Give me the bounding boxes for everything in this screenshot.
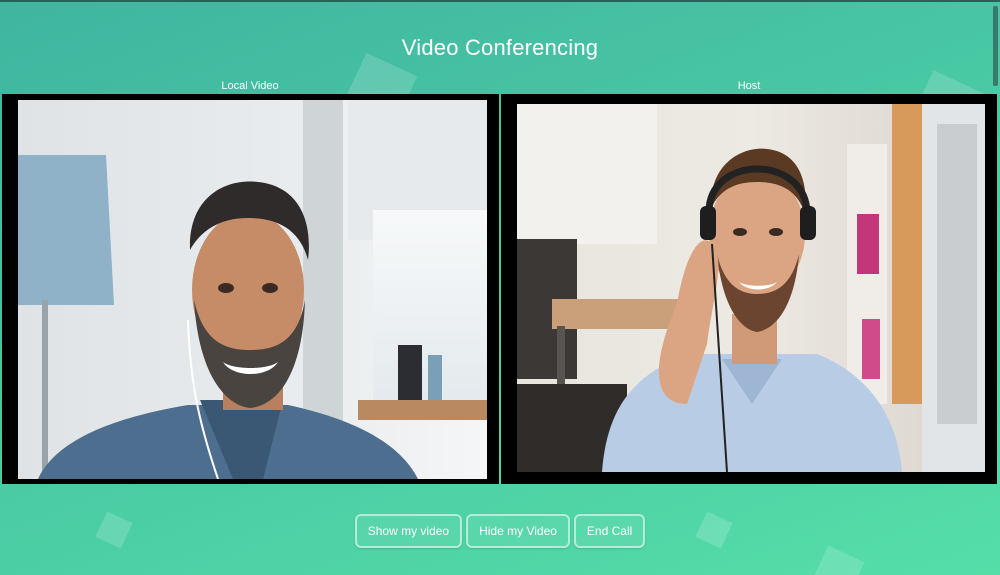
show-my-video-button[interactable]: Show my video xyxy=(354,514,463,548)
local-video-image xyxy=(18,100,487,479)
host-video-panel xyxy=(501,94,997,484)
host-video-feed xyxy=(517,104,985,472)
end-call-button[interactable]: End Call xyxy=(573,514,646,548)
local-video-label: Local Video xyxy=(221,80,279,92)
host-video-image xyxy=(517,104,985,472)
hide-my-video-button[interactable]: Hide my Video xyxy=(466,514,570,548)
host-video-label: Host xyxy=(737,80,761,92)
window-top-border xyxy=(0,0,1000,2)
local-video-panel xyxy=(2,94,499,484)
background-shape xyxy=(811,545,865,575)
call-controls: Show my video Hide my Video End Call xyxy=(0,514,1000,548)
local-video-feed xyxy=(18,100,487,479)
page-title: Video Conferencing xyxy=(401,34,599,60)
